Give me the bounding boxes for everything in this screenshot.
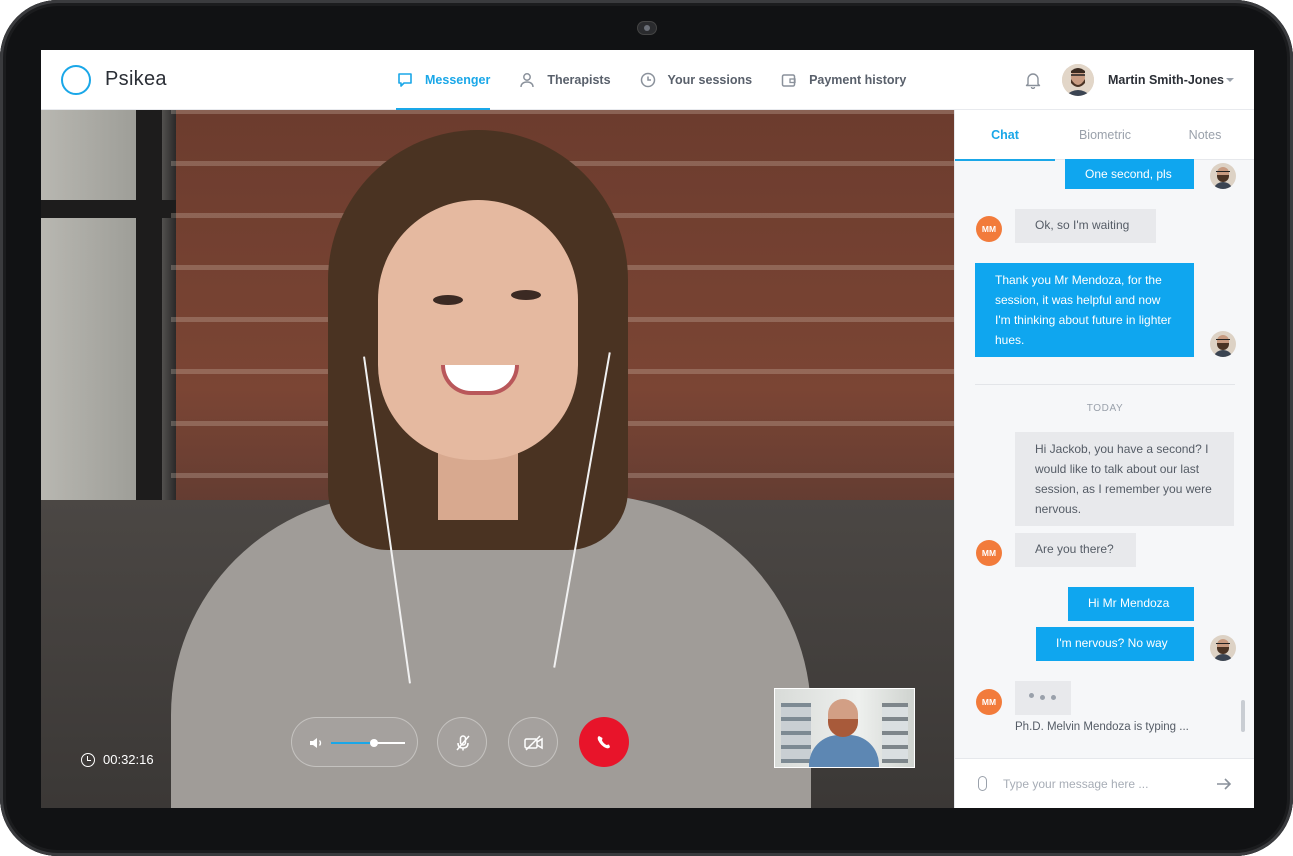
typing-indicator-bubble: [1015, 681, 1071, 715]
typing-indicator-text: Ph.D. Melvin Mendoza is typing ...: [1015, 721, 1189, 733]
wallet-icon: [780, 71, 798, 89]
chat-panel: Chat Biometric Notes One second, pls MM …: [954, 110, 1254, 808]
clock-icon: [81, 752, 95, 767]
background-window-frame: [136, 110, 162, 510]
volume-slider[interactable]: [331, 739, 405, 747]
caller-eye: [433, 295, 463, 305]
nav-therapists[interactable]: Therapists: [518, 50, 611, 110]
user-icon: [518, 71, 536, 89]
user-avatar-small: [1210, 635, 1236, 661]
message-bubble-incoming[interactable]: Are you there?: [1015, 533, 1136, 567]
message-bubble-outgoing[interactable]: I'm nervous? No way: [1036, 627, 1194, 661]
caller-eye: [511, 290, 541, 300]
tablet-frame: Psikea Messenger Therapists Your session…: [0, 0, 1293, 856]
day-separator-label: TODAY: [1086, 403, 1124, 414]
mic-off-icon: [453, 733, 473, 758]
paperclip-icon[interactable]: [978, 776, 987, 791]
volume-control[interactable]: [291, 717, 418, 767]
mute-microphone-button[interactable]: [437, 717, 487, 767]
day-divider: [975, 384, 1235, 385]
chat-scrollbar[interactable]: [1241, 700, 1245, 732]
speaker-icon[interactable]: [307, 734, 325, 757]
clock-icon: [639, 71, 657, 89]
volume-slider-fill: [331, 742, 374, 744]
message-bubble-outgoing[interactable]: Thank you Mr Mendoza, for the session, i…: [975, 263, 1194, 357]
video-call-area: 00:32:16: [41, 110, 954, 808]
main-nav: Messenger Therapists Your sessions Payme…: [396, 50, 934, 110]
pip-person-beard: [828, 719, 858, 737]
message-input[interactable]: [1003, 773, 1203, 795]
pip-person-body: [809, 735, 879, 767]
call-timer: 00:32:16: [81, 752, 154, 767]
message-bubble-outgoing[interactable]: One second, pls: [1065, 159, 1194, 189]
end-call-button[interactable]: [579, 717, 629, 767]
app-screen: Psikea Messenger Therapists Your session…: [41, 50, 1254, 808]
volume-slider-handle[interactable]: [369, 739, 378, 747]
user-avatar-small: [1210, 331, 1236, 357]
front-camera: [638, 22, 656, 34]
user-avatar-small: [1210, 163, 1236, 189]
caller-face: [378, 200, 578, 460]
chat-icon: [396, 71, 414, 89]
self-view-video[interactable]: [774, 688, 915, 768]
top-navigation-bar: Psikea Messenger Therapists Your session…: [41, 50, 1254, 110]
pip-bookshelf: [882, 703, 908, 763]
send-arrow-icon[interactable]: [1215, 776, 1233, 792]
message-bubble-outgoing[interactable]: Hi Mr Mendoza: [1068, 587, 1194, 621]
user-avatar[interactable]: [1062, 64, 1094, 96]
toggle-camera-button[interactable]: [508, 717, 558, 767]
therapist-avatar: MM: [976, 216, 1002, 242]
call-timer-value: 00:32:16: [103, 752, 154, 767]
psikea-logo-icon[interactable]: [61, 65, 91, 95]
message-composer: [955, 758, 1254, 808]
nav-payment-history[interactable]: Payment history: [780, 50, 906, 110]
therapist-avatar: MM: [976, 540, 1002, 566]
tab-notes[interactable]: Notes: [1155, 110, 1254, 160]
nav-messenger[interactable]: Messenger: [396, 50, 491, 110]
tab-biometric[interactable]: Biometric: [1055, 110, 1155, 160]
nav-label: Messenger: [425, 73, 491, 87]
user-name[interactable]: Martin Smith-Jones: [1108, 73, 1224, 87]
background-window-frame: [41, 200, 176, 218]
pip-bookshelf: [781, 703, 811, 763]
nav-label: Therapists: [547, 73, 611, 87]
nav-your-sessions[interactable]: Your sessions: [639, 50, 753, 110]
therapist-avatar: MM: [976, 689, 1002, 715]
chevron-down-icon[interactable]: [1226, 78, 1234, 82]
app-name[interactable]: Psikea: [105, 68, 167, 91]
panel-tabs: Chat Biometric Notes: [955, 110, 1254, 161]
tab-chat[interactable]: Chat: [955, 110, 1055, 161]
message-bubble-incoming[interactable]: Ok, so I'm waiting: [1015, 209, 1156, 243]
bell-icon[interactable]: [1025, 71, 1041, 90]
hang-up-icon: [594, 732, 614, 757]
nav-label: Payment history: [809, 73, 907, 87]
camera-off-icon: [523, 733, 545, 758]
nav-label: Your sessions: [667, 73, 753, 87]
message-bubble-incoming[interactable]: Hi Jackob, you have a second? I would li…: [1015, 432, 1234, 526]
